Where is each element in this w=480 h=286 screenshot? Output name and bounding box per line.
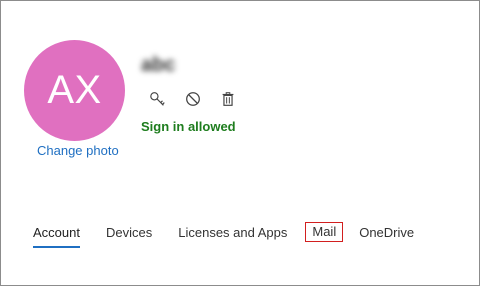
delete-user-button[interactable] (217, 88, 239, 110)
tab-mail[interactable]: Mail (305, 222, 344, 242)
trash-icon (222, 92, 234, 106)
user-details-panel: AX Change photo abc Sign in allowed Acco… (0, 0, 480, 286)
avatar-initials: AX (47, 68, 102, 112)
key-icon (150, 92, 165, 106)
user-tabs: Account Devices Licenses and Apps Mail O… (33, 222, 414, 253)
block-icon (186, 92, 200, 106)
tab-account[interactable]: Account (33, 223, 80, 248)
tab-devices[interactable]: Devices (106, 223, 152, 246)
tab-licenses-and-apps[interactable]: Licenses and Apps (178, 223, 287, 246)
sign-in-status: Sign in allowed (141, 119, 236, 134)
user-display-name: abc (141, 54, 176, 76)
user-actions-toolbar (147, 88, 239, 110)
tab-onedrive[interactable]: OneDrive (359, 223, 414, 246)
change-photo-link[interactable]: Change photo (37, 143, 119, 158)
avatar: AX (24, 40, 125, 141)
reset-password-button[interactable] (147, 88, 169, 110)
block-sign-in-button[interactable] (182, 88, 204, 110)
